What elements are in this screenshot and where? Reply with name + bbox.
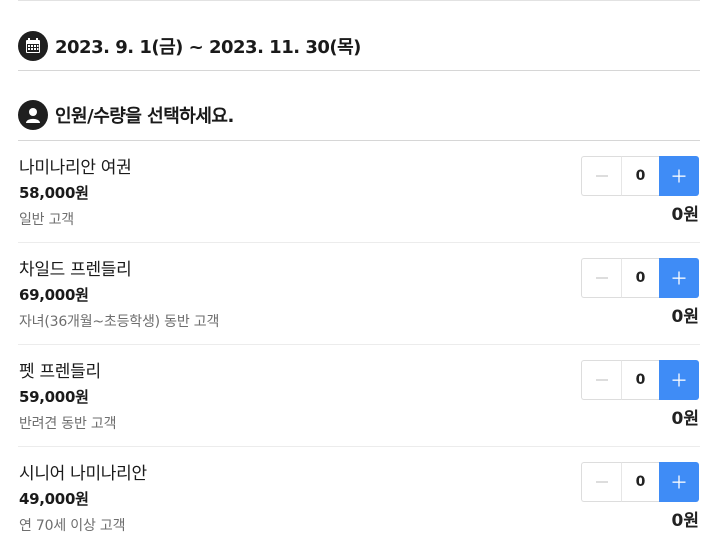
minus-icon — [595, 481, 608, 483]
ticket-description: 일반 고객 — [19, 212, 74, 228]
quantity-stepper: 0 — [581, 156, 699, 196]
decrease-button[interactable] — [581, 258, 621, 298]
ticket-row: 펫 프렌들리 59,000원 반려견 동반 고객 0 0원 — [18, 345, 700, 447]
increase-button[interactable] — [659, 462, 699, 502]
minus-icon — [595, 175, 608, 177]
ticket-total: 0원 — [671, 409, 699, 429]
user-icon — [18, 100, 48, 130]
decrease-button[interactable] — [581, 156, 621, 196]
date-range: 2023. 9. 1(금) ~ 2023. 11. 30(목) — [55, 37, 361, 58]
ticket-name: 시니어 나미나리안 — [19, 464, 147, 484]
ticket-price: 59,000원 — [19, 388, 89, 406]
ticket-total: 0원 — [671, 307, 699, 327]
ticket-total: 0원 — [671, 511, 699, 531]
ticket-name: 나미나리안 여권 — [19, 158, 132, 178]
quantity-stepper: 0 — [581, 360, 699, 400]
people-section-header: 인원/수량을 선택하세요. — [18, 95, 700, 135]
ticket-description: 반려견 동반 고객 — [19, 416, 117, 432]
increase-button[interactable] — [659, 360, 699, 400]
ticket-total: 0원 — [671, 205, 699, 225]
ticket-description: 자녀(36개월~초등학생) 동반 고객 — [19, 314, 220, 330]
ticket-row: 나미나리안 여권 58,000원 일반 고객 0 0원 — [18, 141, 700, 243]
quantity-value[interactable]: 0 — [621, 258, 659, 298]
plus-icon — [672, 475, 686, 489]
date-section-header: 2023. 9. 1(금) ~ 2023. 11. 30(목) — [18, 26, 700, 66]
decrease-button[interactable] — [581, 360, 621, 400]
ticket-name: 펫 프렌들리 — [19, 362, 101, 382]
ticket-row: 시니어 나미나리안 49,000원 연 70세 이상 고객 0 0원 — [18, 447, 700, 549]
quantity-stepper: 0 — [581, 258, 699, 298]
plus-icon — [672, 373, 686, 387]
decrease-button[interactable] — [581, 462, 621, 502]
minus-icon — [595, 379, 608, 381]
increase-button[interactable] — [659, 258, 699, 298]
ticket-price: 49,000원 — [19, 490, 89, 508]
quantity-value[interactable]: 0 — [621, 462, 659, 502]
ticket-row: 차일드 프렌들리 69,000원 자녀(36개월~초등학생) 동반 고객 0 0… — [18, 243, 700, 345]
people-section-title: 인원/수량을 선택하세요. — [55, 106, 234, 127]
quantity-stepper: 0 — [581, 462, 699, 502]
quantity-value[interactable]: 0 — [621, 156, 659, 196]
minus-icon — [595, 277, 608, 279]
date-section-divider — [18, 70, 700, 71]
quantity-value[interactable]: 0 — [621, 360, 659, 400]
ticket-description: 연 70세 이상 고객 — [19, 518, 126, 534]
ticket-name: 차일드 프렌들리 — [19, 260, 132, 280]
plus-icon — [672, 271, 686, 285]
ticket-price: 69,000원 — [19, 286, 89, 304]
top-divider — [18, 0, 700, 1]
calendar-icon — [18, 31, 48, 61]
plus-icon — [672, 169, 686, 183]
increase-button[interactable] — [659, 156, 699, 196]
ticket-price: 58,000원 — [19, 184, 89, 202]
